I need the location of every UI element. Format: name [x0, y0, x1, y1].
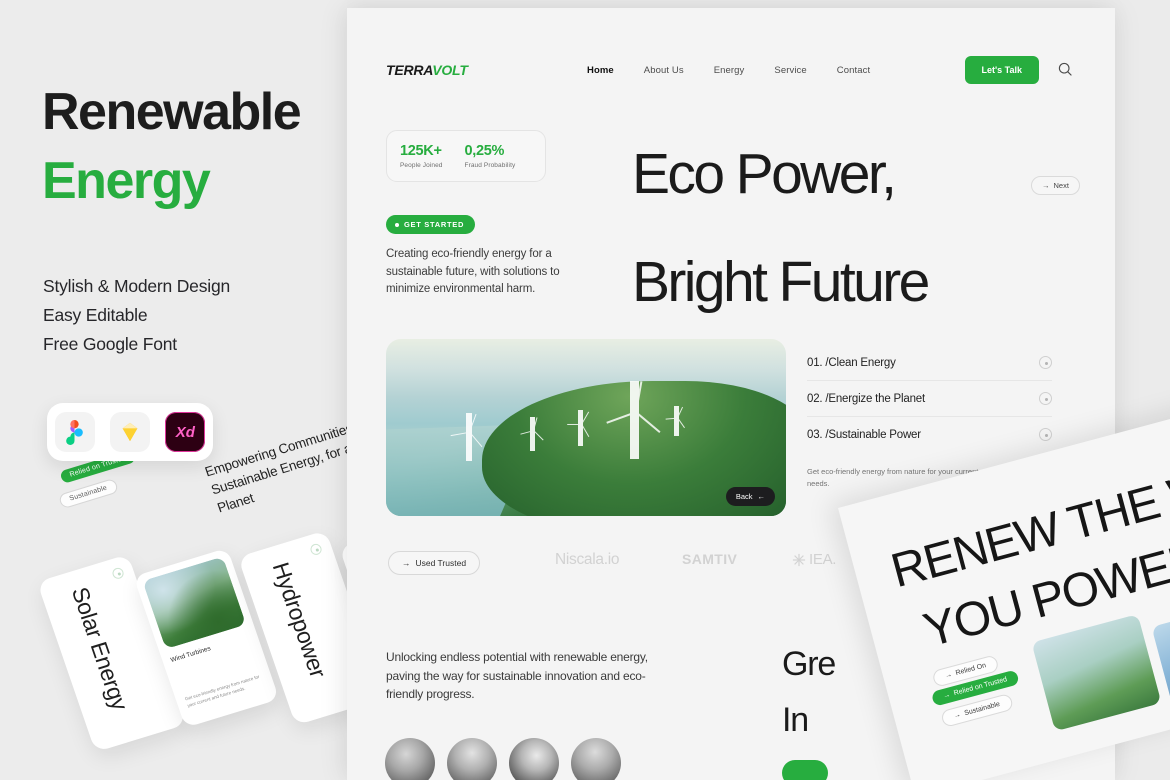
adobe-xd-icon: Xd: [165, 412, 206, 452]
site-navbar: TERRAVOLT Home About Us Energy Service C…: [347, 48, 1115, 92]
brand-logo-iea: IEA.: [792, 551, 836, 568]
turbine-icon: [566, 409, 589, 446]
bottom-heading: Gre In: [782, 636, 836, 748]
hero-subtitle: Creating eco-friendly energy for a susta…: [386, 248, 560, 295]
promo-title-line2: Energy: [42, 151, 211, 210]
feature-label: 01. /Clean Energy: [807, 357, 896, 369]
brand-logo-samtiv: SAMTIV: [682, 551, 738, 567]
back-button-label: Back: [735, 492, 753, 501]
arrow-right-icon: →: [953, 711, 962, 720]
lets-talk-button[interactable]: Let's Talk: [964, 56, 1039, 84]
wind-thumbnail: [142, 556, 247, 650]
hero-image-wind-turbines: Back ←: [386, 339, 786, 516]
feature-text: /Clean Energy: [825, 356, 896, 369]
feature-row-sustainable-power[interactable]: 03. /Sustainable Power: [807, 417, 1052, 452]
nav-item-about-us[interactable]: About Us: [644, 65, 684, 76]
hero-title: Eco Power, Bright Future: [632, 120, 1102, 336]
hero-title-line2: Bright Future: [632, 250, 930, 314]
stat-value: 0,25%: [464, 143, 505, 159]
arrow-left-icon: ←: [757, 492, 766, 501]
logo-part-terra: TERRA: [386, 62, 433, 78]
nav-item-home[interactable]: Home: [587, 65, 614, 76]
bottom-paragraph: Unlocking endless potential with renewab…: [386, 650, 648, 701]
circle-dot-icon[interactable]: [1039, 392, 1052, 405]
avatar: [447, 738, 497, 780]
turbine-icon: [665, 406, 685, 437]
site-logo[interactable]: TERRAVOLT: [386, 62, 468, 78]
figma-icon: [54, 412, 95, 452]
nav-item-contact[interactable]: Contact: [837, 65, 870, 76]
wind-card-body: Get eco-friendly energy from nature for …: [184, 674, 261, 709]
collage-footer-text: …ture's Power, …our Service: [32, 760, 331, 780]
avatar: [509, 738, 559, 780]
asterisk-icon: [792, 553, 806, 566]
next-button[interactable]: → Next: [1031, 176, 1080, 195]
logo-part-volt: VOLT: [432, 62, 468, 78]
collage-footer-line1: …ture's Power,: [32, 760, 320, 780]
arrow-right-icon: →: [942, 691, 952, 701]
site-nav-links: Home About Us Energy Service Contact: [587, 65, 870, 76]
bottom-cta-button[interactable]: [782, 760, 828, 780]
feature-row-clean-energy[interactable]: 01. /Clean Energy: [807, 352, 1052, 381]
feature-number: 02.: [807, 392, 823, 405]
arrow-right-icon: →: [1042, 181, 1050, 190]
stat-value: 125K+: [400, 143, 442, 159]
promo-feature-item: Stylish & Modern Design: [43, 276, 231, 296]
feature-number: 01.: [807, 356, 823, 369]
feature-text: /Sustainable Power: [825, 428, 921, 441]
promo-feature-item: Free Google Font: [43, 334, 177, 354]
design-tools-card: Xd: [47, 403, 213, 461]
get-started-badge[interactable]: GET STARTED: [386, 215, 476, 234]
promo-feature-item: Easy Editable: [43, 305, 148, 325]
brand-logo-niscala: Niscala.io: [555, 551, 620, 568]
turbine-icon: [450, 413, 483, 462]
arrow-right-icon: →: [402, 558, 411, 568]
get-started-label: GET STARTED: [404, 220, 465, 229]
stat-people-joined: 125K+ People Joined: [400, 143, 443, 169]
turbine-icon: [519, 416, 544, 451]
bottom-heading-line1: Gre: [782, 645, 836, 683]
circle-dot-icon[interactable]: [1039, 428, 1052, 441]
brand-logo-iea-label: IEA.: [809, 551, 837, 568]
nav-item-energy[interactable]: Energy: [714, 65, 745, 76]
circle-dot-icon[interactable]: [1039, 356, 1052, 369]
circle-dot-icon: [308, 542, 324, 557]
feature-row-energize-the-planet[interactable]: 02. /Energize the Planet: [807, 381, 1052, 417]
adobe-xd-label: Xd: [175, 423, 195, 441]
stat-label: Fraud Probability: [464, 162, 516, 169]
used-trusted-button[interactable]: → Used Trusted: [388, 551, 481, 575]
collage-card-label: Solar Energy: [66, 584, 134, 713]
used-trusted-label: Used Trusted: [415, 558, 467, 568]
promo-feature-list: Stylish & Modern Design Easy Editable Fr…: [43, 272, 343, 359]
promo-title-line1: Renewable: [42, 83, 302, 141]
avatar: [571, 738, 621, 780]
promo-title: Renewable Energy: [42, 85, 342, 208]
feature-text: /Energize the Planet: [825, 392, 925, 405]
feature-number: 03.: [807, 428, 823, 441]
feature-label: 03. /Sustainable Power: [807, 429, 921, 441]
stats-card: 125K+ People Joined 0,25% Fraud Probabil…: [386, 130, 546, 182]
search-icon[interactable]: [1057, 61, 1075, 79]
stat-fraud-probability: 0,25% Fraud Probability: [465, 143, 516, 169]
circle-dot-icon: [111, 566, 126, 581]
bottom-heading-line2: In: [782, 701, 809, 739]
overlay-pill-label: Sustainable: [963, 700, 1001, 718]
arrow-right-icon: →: [944, 671, 953, 680]
avatar-group: [385, 738, 621, 780]
sketch-icon: [109, 412, 150, 452]
turbine-icon-main: [605, 381, 661, 460]
collage-card-label: Hydropower: [267, 559, 332, 681]
overlay-pill-label: Relied On: [954, 662, 987, 678]
nav-item-service[interactable]: Service: [774, 65, 806, 76]
feature-label: 02. /Energize the Planet: [807, 393, 925, 405]
back-button[interactable]: Back ←: [725, 487, 775, 506]
feature-list: 01. /Clean Energy 02. /Energize the Plan…: [807, 352, 1052, 452]
stat-label: People Joined: [400, 162, 443, 169]
avatar: [385, 738, 435, 780]
promo-panel: Renewable Energy Stylish & Modern Design…: [0, 0, 486, 780]
next-button-label: Next: [1053, 181, 1069, 190]
status-dot-icon: [395, 222, 399, 227]
hero-title-line1: Eco Power,: [632, 142, 897, 206]
